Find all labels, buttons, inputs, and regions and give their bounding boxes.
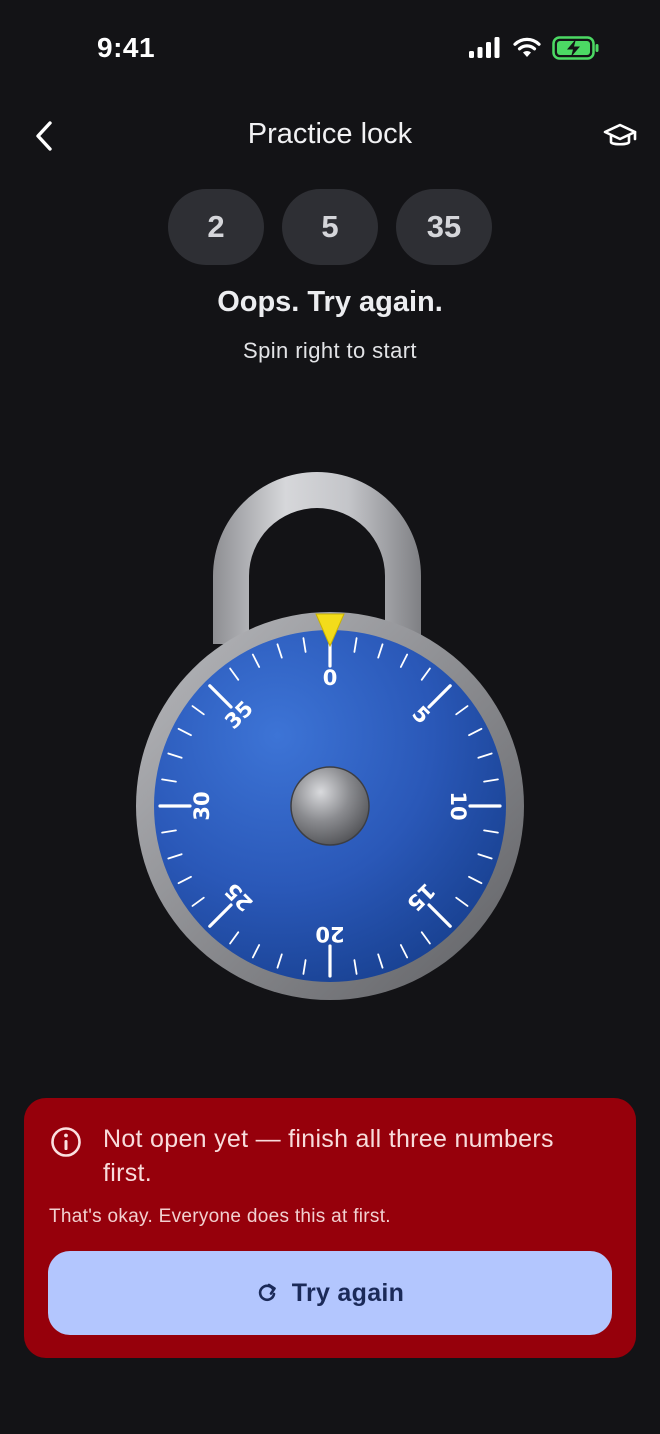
tutorial-button[interactable] xyxy=(596,114,644,158)
dial-label-20: 20 xyxy=(315,922,345,946)
feedback-heading: Oops. Try again. xyxy=(217,286,443,318)
combination-number-2: 5 xyxy=(282,189,378,265)
info-icon xyxy=(51,1127,81,1157)
try-again-label: Try again xyxy=(291,1278,405,1307)
battery-charging-icon xyxy=(552,36,599,60)
status-icons xyxy=(468,36,600,60)
combination-row: 2 5 35 xyxy=(0,189,660,265)
refresh-icon xyxy=(258,1283,276,1302)
try-again-button[interactable]: Try again xyxy=(48,1251,612,1335)
top-bar: Practice lock xyxy=(0,108,660,168)
dial-label-0: 0 xyxy=(322,666,338,690)
error-message: Not open yet — finish all three numbers … xyxy=(103,1125,554,1187)
wifi-icon xyxy=(513,37,541,57)
status-time: 9:41 xyxy=(97,32,156,63)
dial-knob[interactable] xyxy=(290,766,370,846)
combination-number-1: 2 xyxy=(168,189,264,265)
feedback-hint: Spin right to start xyxy=(243,338,417,363)
graduation-cap-icon xyxy=(603,123,637,146)
error-reassurance: That's okay. Everyone does this at first… xyxy=(49,1206,391,1227)
error-alert: Not open yet — finish all three numbers … xyxy=(24,1098,636,1358)
status-bar: 9:41 xyxy=(0,0,660,96)
combination-number-3: 35 xyxy=(396,189,492,265)
dial-label-30: 30 xyxy=(190,791,214,821)
combination-lock: 0 5 10 15 20 25 30 35 xyxy=(130,450,530,1010)
dial-label-10: 10 xyxy=(446,791,470,821)
page-title: Practice lock xyxy=(247,118,413,150)
signal-icon xyxy=(469,37,500,58)
